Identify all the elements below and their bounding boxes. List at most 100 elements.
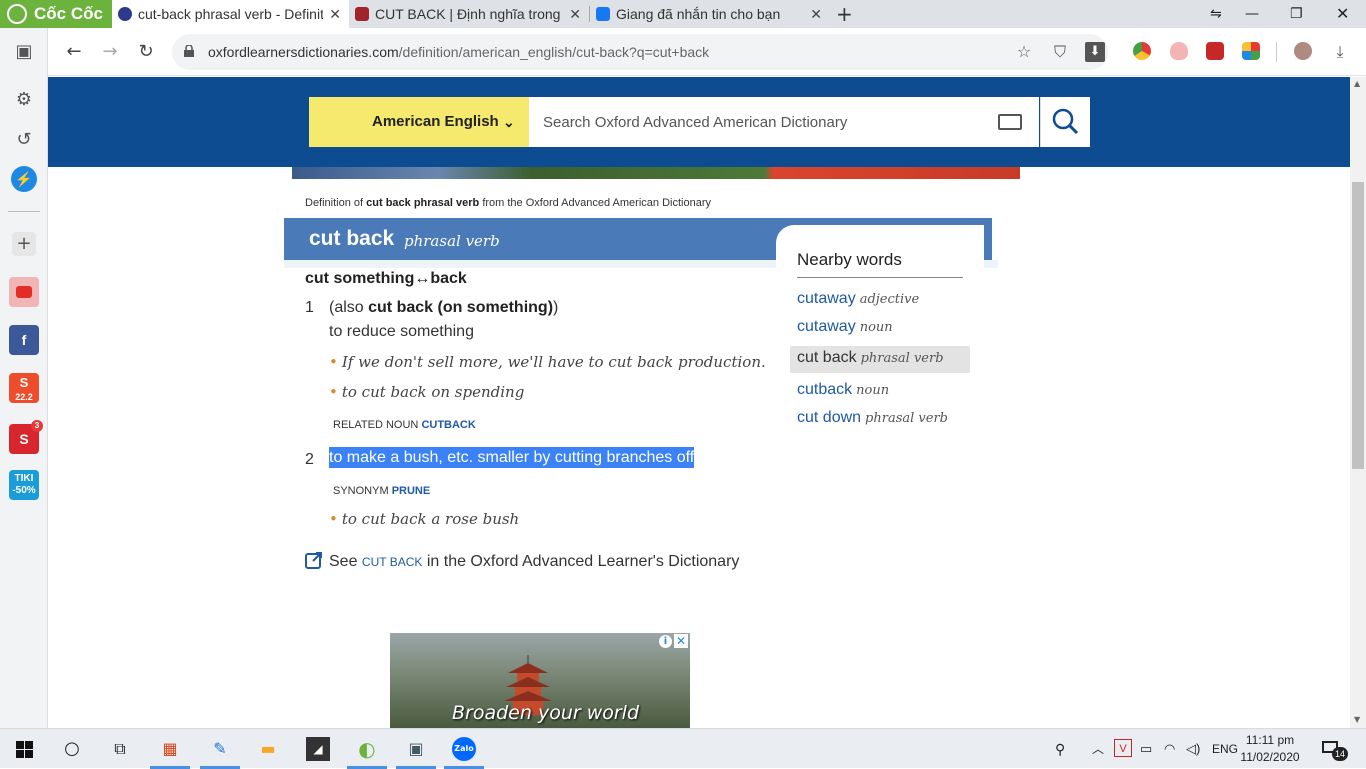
page-scrollbar[interactable]: ▲ ▼ — [1350, 77, 1366, 728]
close-tab-icon[interactable]: ✕ — [329, 0, 341, 28]
scroll-up-icon[interactable]: ▲ — [1354, 79, 1360, 88]
search-input[interactable] — [529, 97, 979, 147]
people-icon[interactable]: ⚲ — [1055, 729, 1065, 769]
windows-start-icon[interactable] — [16, 741, 33, 758]
language-indicator[interactable]: ENG — [1212, 729, 1238, 769]
example-text: to cut back a rose bush — [341, 510, 520, 528]
url-domain: oxfordlearnersdictionaries.com — [208, 44, 399, 60]
shopee-badge: 22.2 — [15, 392, 33, 402]
sidebar-divider — [8, 211, 40, 212]
close-tab-icon[interactable]: ✕ — [810, 0, 822, 28]
clock-date: 11/02/2020 — [1240, 750, 1300, 764]
url-text[interactable]: oxfordlearnersdictionaries.com/definitio… — [208, 34, 709, 70]
sense-definition-selected[interactable]: to make a bush, etc. smaller by cutting … — [329, 447, 695, 468]
zalo-icon[interactable]: Zalo — [452, 737, 476, 761]
profile-avatar[interactable] — [1294, 42, 1312, 60]
restore-button[interactable]: ❐ — [1290, 0, 1303, 28]
nearby-divider — [797, 277, 963, 278]
tab-oxford[interactable]: cut-back phrasal verb - Definiti ✕ — [112, 0, 349, 28]
bookmark-star-icon[interactable]: ☆ — [1014, 42, 1034, 62]
reload-icon[interactable]: ↻ — [134, 40, 158, 64]
prune-link[interactable]: PRUNE — [392, 485, 431, 497]
source-term: cut back phrasal verb — [366, 197, 480, 209]
shopee-icon[interactable]: S 22.2 — [9, 373, 39, 403]
sidebar-toggle-icon[interactable]: ▣ — [12, 40, 36, 64]
oxford-favicon-icon — [118, 7, 132, 21]
minimize-button[interactable]: — — [1245, 0, 1259, 28]
see-also-line: See cut back in the Oxford Advanced Lear… — [305, 551, 739, 571]
messenger-icon[interactable]: ⚡ — [11, 166, 37, 192]
close-tab-icon[interactable]: ✕ — [569, 0, 581, 28]
see-cut-back-link[interactable]: cut back — [362, 555, 422, 569]
bottom-ad[interactable]: Broaden your world i ✕ — [390, 633, 690, 728]
office-app-icon[interactable]: ▦ — [158, 737, 182, 761]
volume-icon[interactable]: ◁) — [1186, 729, 1200, 769]
chevron-down-icon: ⌄ — [503, 114, 515, 130]
nearby-item[interactable]: cutaway noun — [797, 318, 893, 336]
coccoc-taskbar-icon[interactable]: ◐ — [355, 737, 379, 761]
battery-icon[interactable]: ▭ — [1140, 729, 1152, 769]
top-banner-ad[interactable] — [292, 165, 1020, 179]
extension-shield-icon[interactable] — [1170, 42, 1188, 60]
address-bar[interactable]: oxfordlearnersdictionaries.com/definitio… — [172, 34, 1108, 70]
tray-expand-icon[interactable]: ︿ — [1092, 729, 1104, 769]
download-page-icon[interactable]: ⬇ — [1085, 42, 1105, 62]
nearby-item[interactable]: cutback noun — [797, 381, 889, 399]
selected-text[interactable]: to make a bush, etc. smaller by cutting … — [329, 447, 695, 468]
related-noun: RELATED NOUN CUTBACK — [333, 419, 476, 431]
nearby-word: cut back — [797, 349, 857, 366]
paint-app-icon[interactable]: ✎ — [208, 737, 232, 761]
history-icon[interactable]: ↺ — [12, 128, 36, 152]
sendo-badge: 3 — [31, 420, 43, 432]
tiki-offer: -50% — [12, 485, 36, 496]
coccoc-logo[interactable]: Cốc Cốc — [0, 0, 112, 28]
sendo-icon[interactable]: S 3 — [9, 420, 43, 454]
unikey-icon[interactable]: V — [1114, 739, 1132, 757]
close-window-button[interactable]: ✕ — [1336, 0, 1349, 28]
notification-count: 14 — [1332, 747, 1348, 761]
ad-close-icon[interactable]: ✕ — [674, 634, 688, 648]
app-icon[interactable]: ▣ — [404, 737, 428, 761]
tab-search-icon[interactable]: ⇋ — [1210, 0, 1222, 28]
youtube-icon[interactable] — [9, 277, 39, 307]
also-term: cut back (on something) — [368, 299, 554, 316]
scroll-down-icon[interactable]: ▼ — [1354, 715, 1360, 724]
downloads-icon[interactable]: ⤓ — [1330, 42, 1350, 62]
search-button[interactable] — [1040, 97, 1090, 147]
extension-chrome-icon[interactable] — [1133, 42, 1151, 60]
notes-app-icon[interactable]: ◢ — [306, 737, 330, 761]
extension-grid-icon[interactable] — [1242, 42, 1260, 60]
new-tab-button[interactable]: + — [836, 0, 856, 28]
extension-red-icon[interactable] — [1206, 42, 1224, 60]
cambridge-favicon-icon — [355, 7, 369, 21]
nearby-pos: noun — [856, 383, 890, 398]
ad-caption: Broaden your world — [452, 702, 640, 724]
nearby-item-current[interactable]: cut back phrasal verb — [790, 346, 970, 373]
system-clock[interactable]: 11:11 pm 11/02/2020 — [1240, 732, 1300, 766]
tab-cambridge[interactable]: CUT BACK | Định nghĩa trong ✕ — [349, 0, 589, 28]
task-view-icon[interactable]: ⧉ — [108, 737, 132, 761]
forward-arrow-icon[interactable]: → — [98, 40, 122, 64]
tab-bar: Cốc Cốc cut-back phrasal verb - Definiti… — [0, 0, 1366, 28]
file-explorer-icon[interactable]: ▬ — [256, 737, 280, 761]
settings-gear-icon[interactable]: ⚙ — [12, 88, 36, 112]
source-suffix: from the Oxford Advanced American Dictio… — [479, 197, 711, 209]
back-arrow-icon[interactable]: ← — [62, 40, 86, 64]
keyboard-icon[interactable] — [998, 114, 1022, 130]
nearby-item[interactable]: cut down phrasal verb — [797, 409, 948, 427]
nearby-item[interactable]: cutaway adjective — [797, 290, 919, 308]
add-shortcut-icon[interactable]: + — [12, 232, 36, 256]
sense-number: 1 — [305, 299, 314, 316]
tiki-icon[interactable]: TIKI -50% — [9, 470, 39, 500]
facebook-icon[interactable]: f — [9, 325, 39, 355]
example-sentence: • to cut back on spending — [329, 383, 524, 401]
scrollbar-thumb[interactable] — [1352, 182, 1364, 469]
cortana-search-icon[interactable]: ○ — [60, 737, 84, 761]
tab-facebook[interactable]: Giang đã nhắn tin cho bạn ✕ — [590, 0, 830, 28]
dictionary-selector[interactable]: American English ⌄ — [309, 97, 529, 147]
cutback-link[interactable]: CUTBACK — [421, 419, 475, 431]
ad-info-icon[interactable]: i — [659, 635, 672, 648]
wifi-icon[interactable]: ◠ — [1164, 729, 1175, 769]
notifications-icon[interactable]: 14 — [1322, 739, 1348, 761]
shield-icon[interactable]: ⛉ — [1050, 42, 1070, 62]
